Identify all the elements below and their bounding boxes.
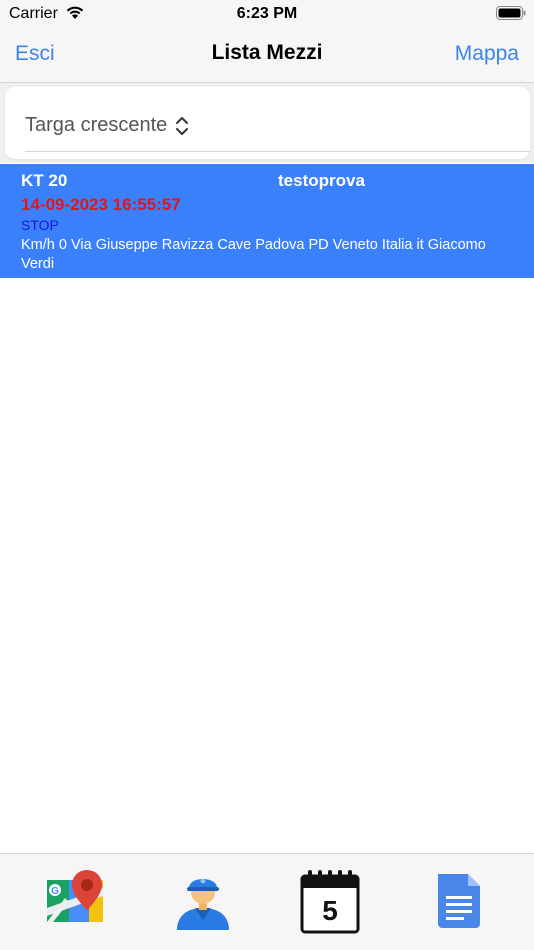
tab-map[interactable]: G	[43, 868, 107, 934]
vehicle-row[interactable]: KT 20 testoprova 14-09-2023 16:55:57 STO…	[0, 164, 534, 278]
chevron-updown-icon	[176, 116, 189, 135]
map-pin-icon: G	[47, 870, 103, 922]
divider	[25, 151, 530, 152]
sort-selected-label: Targa crescente	[25, 114, 168, 136]
navigation-bar: Esci Lista Mezzi Mappa	[0, 28, 534, 83]
status-bar: Carrier 6:23 PM	[0, 0, 534, 28]
battery-icon	[496, 6, 526, 20]
tab-bar: G 5	[0, 853, 534, 950]
map-button[interactable]: Mappa	[455, 42, 519, 66]
calendar-icon: 5	[300, 870, 360, 934]
svg-text:G: G	[51, 886, 59, 897]
driver-icon	[177, 878, 229, 930]
clock: 6:23 PM	[236, 5, 298, 22]
vehicle-name: testoprova	[278, 171, 365, 190]
calendar-day: 5	[322, 895, 338, 926]
vehicle-status: STOP	[21, 217, 59, 233]
vehicle-timestamp: 14-09-2023 16:55:57	[21, 195, 181, 214]
vehicle-address: Km/h 0 Via Giuseppe Ravizza Cave Padova …	[21, 237, 486, 272]
screen: Carrier 6:23 PM Esci Lista Mezzi Mappa T…	[0, 0, 534, 950]
tab-driver[interactable]	[171, 868, 235, 934]
vehicle-plate: KT 20	[21, 171, 68, 190]
sort-section: Targa crescente	[0, 83, 534, 163]
tab-calendar[interactable]: 5	[298, 868, 362, 934]
document-icon	[438, 874, 480, 928]
tab-documents[interactable]	[426, 868, 490, 934]
sort-picker[interactable]: Targa crescente	[25, 114, 189, 137]
sort-card: Targa crescente	[5, 87, 530, 159]
